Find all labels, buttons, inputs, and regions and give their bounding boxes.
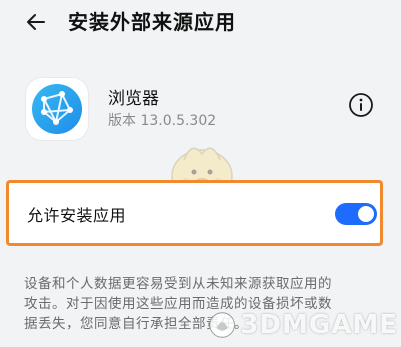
- app-version: 版本 13.0.5.302: [108, 113, 217, 129]
- info-icon[interactable]: [348, 92, 374, 118]
- toggle-knob: [358, 206, 374, 222]
- browser-app-icon: [26, 78, 88, 140]
- info-button[interactable]: [348, 92, 374, 118]
- page-title: 安装外部来源应用: [68, 10, 236, 34]
- app-name: 浏览器: [108, 89, 159, 109]
- back-arrow-icon[interactable]: [24, 10, 48, 34]
- allow-install-setting-card: 允许安装应用: [6, 180, 383, 246]
- back-button[interactable]: [20, 6, 52, 38]
- watermark-logo-icon: [209, 312, 235, 338]
- watermark-text: 3DMGAME: [240, 310, 398, 340]
- allow-install-label: 允许安装应用: [27, 206, 127, 225]
- browser-globe-icon: [32, 84, 82, 134]
- warning-line: 设备和个人数据更容易受到从未知来源获取应用的: [24, 276, 332, 292]
- allow-install-toggle[interactable]: [335, 203, 377, 225]
- site-watermark: 3DMGAME: [208, 306, 398, 344]
- top-app-bar: 安装外部来源应用: [0, 0, 401, 44]
